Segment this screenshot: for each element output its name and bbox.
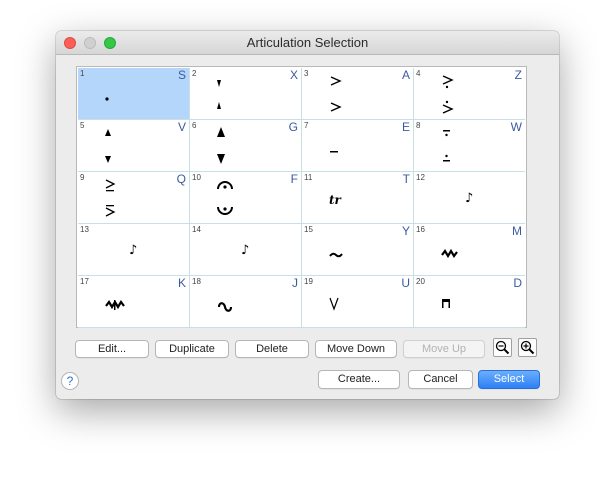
articulation-selection-dialog: Articulation Selection 1 S 2 X 3 A 4 Z 5… [56, 31, 559, 399]
cell-shortcut-key: W [510, 120, 522, 134]
bow-icon [329, 297, 339, 311]
cell-number: 16 [416, 225, 425, 234]
tenuto-staccato-icon [443, 130, 450, 162]
grace-note-icon: ♪ [241, 243, 250, 258]
cell-number: 2 [192, 69, 197, 78]
cell-number: 7 [304, 121, 309, 130]
zoom-in-icon [520, 340, 535, 355]
cell-number: 14 [192, 225, 201, 234]
cell-number: 8 [416, 121, 421, 130]
articulation-cell-4[interactable]: 4 Z [414, 68, 525, 119]
cancel-button[interactable]: Cancel [408, 370, 473, 389]
cell-number: 12 [416, 173, 425, 182]
select-button[interactable]: Select [478, 370, 540, 389]
zoom-in-button[interactable] [518, 338, 537, 357]
cell-shortcut-key: U [401, 276, 410, 290]
articulation-cell-10[interactable]: 10 F [190, 172, 301, 223]
articulation-cell-3[interactable]: 3 A [302, 68, 413, 119]
cell-shortcut-key: V [177, 120, 186, 134]
cell-shortcut-key: J [292, 276, 298, 290]
cell-shortcut-key: K [177, 276, 186, 290]
turn-icon [217, 302, 233, 312]
trill-icon: tr [329, 193, 341, 207]
articulation-cell-6[interactable]: 6 G [190, 120, 301, 171]
cell-number: 18 [192, 277, 201, 286]
cell-shortcut-key: G [288, 120, 298, 134]
cell-number: 6 [192, 121, 197, 130]
articulation-cell-9[interactable]: 9 Q [78, 172, 189, 223]
duplicate-button[interactable]: Duplicate [155, 340, 229, 358]
cell-number: 20 [416, 277, 425, 286]
edit-button[interactable]: Edit... [75, 340, 149, 358]
down-bow-icon [442, 299, 450, 308]
cell-number: 9 [80, 173, 85, 182]
articulation-cell-2[interactable]: 2 X [190, 68, 301, 119]
cell-shortcut-key: F [290, 172, 298, 186]
cell-shortcut-key: X [289, 68, 298, 82]
articulation-cell-11[interactable]: 11 T tr [302, 172, 413, 223]
cell-number: 1 [80, 69, 85, 78]
articulation-cell-7[interactable]: 7 E [302, 120, 413, 171]
create-button[interactable]: Create... [318, 370, 400, 389]
move-down-button[interactable]: Move Down [315, 340, 397, 358]
articulation-cell-5[interactable]: 5 V [78, 120, 189, 171]
cell-shortcut-key: A [401, 68, 410, 82]
articulation-cell-15[interactable]: 15 Y [302, 224, 413, 275]
cell-shortcut-key: Y [401, 224, 410, 238]
articulation-cell-16[interactable]: 16 M [414, 224, 525, 275]
accent-staccato-icon [442, 75, 454, 114]
cell-number: 13 [80, 225, 89, 234]
cell-shortcut-key: T [402, 172, 410, 186]
cell-shortcut-key: Q [176, 172, 186, 186]
articulation-cell-19[interactable]: 19 U [302, 276, 413, 327]
cell-number: 3 [304, 69, 309, 78]
articulation-cell-20[interactable]: 20 D [414, 276, 525, 327]
delete-button[interactable]: Delete [235, 340, 309, 358]
marcato-small-icon [105, 129, 111, 163]
cell-number: 11 [304, 173, 313, 182]
grace-note-icon: ♪ [465, 191, 474, 206]
articulation-cell-13[interactable]: 13 ♪ [78, 224, 189, 275]
window-title: Articulation Selection [246, 35, 369, 50]
articulation-cell-1[interactable]: 1 S [78, 68, 189, 119]
staccato-icon [105, 97, 109, 101]
cell-number: 15 [304, 225, 313, 234]
marcato-icon [217, 127, 225, 164]
cell-number: 10 [192, 173, 201, 182]
cell-shortcut-key: Z [514, 68, 522, 82]
articulation-cell-17[interactable]: 17 K [78, 276, 189, 327]
cell-number: 5 [80, 121, 85, 130]
articulation-cell-8[interactable]: 8 W [414, 120, 525, 171]
cell-number: 19 [304, 277, 313, 286]
cell-shortcut-key: S [177, 68, 186, 82]
title-bar: Articulation Selection [56, 31, 559, 55]
articulation-cell-12[interactable]: 12 ♪ [414, 172, 525, 223]
help-button[interactable]: ? [61, 372, 79, 390]
inverted-mordent-icon [441, 248, 458, 259]
accent-icon [330, 76, 342, 112]
articulation-grid[interactable]: 1 S 2 X 3 A 4 Z 5 V 6 G 7 E 8 W 9 Q 10 F… [76, 66, 527, 328]
zoom-out-icon [495, 340, 510, 355]
tenuto-icon [330, 151, 338, 153]
zoom-out-button[interactable] [493, 338, 512, 357]
cell-number: 17 [80, 277, 89, 286]
accent-tenuto-icon [105, 179, 116, 217]
cell-number: 4 [416, 69, 421, 78]
long-mordent-icon [105, 299, 125, 310]
fermata-icon [217, 181, 233, 215]
cell-shortcut-key: E [401, 120, 410, 134]
articulation-cell-18[interactable]: 18 J [190, 276, 301, 327]
staccatissimo-icon [217, 80, 221, 109]
articulation-cell-14[interactable]: 14 ♪ [190, 224, 301, 275]
mordent-icon [329, 252, 343, 258]
grace-note-icon: ♪ [129, 243, 138, 258]
cell-shortcut-key: D [513, 276, 522, 290]
cell-shortcut-key: M [512, 224, 522, 238]
move-up-button: Move Up [403, 340, 485, 358]
